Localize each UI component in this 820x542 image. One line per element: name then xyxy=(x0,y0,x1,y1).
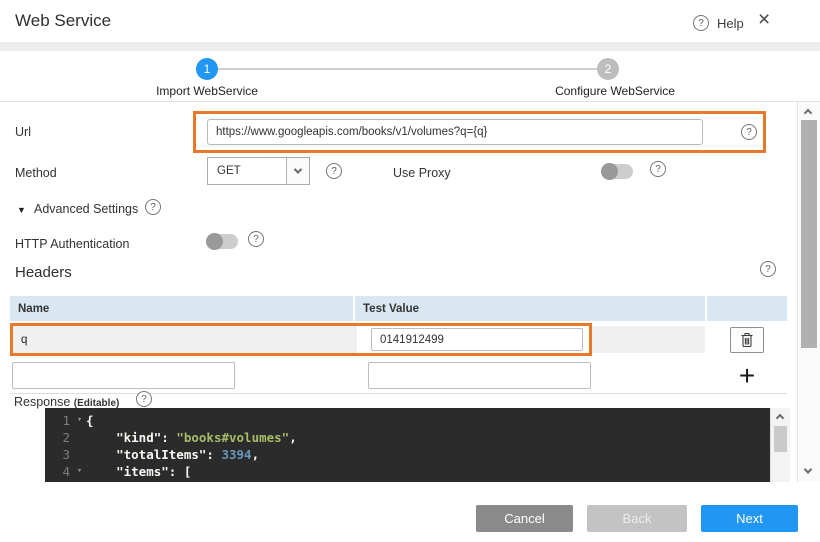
web-service-dialog: Web Service ? Help × 1 Import WebService… xyxy=(0,0,820,542)
back-button[interactable]: Back xyxy=(587,505,687,532)
code-token: "kind" xyxy=(86,430,161,445)
header-row-highlight-box: q xyxy=(10,323,592,356)
http-auth-label: HTTP Authentication xyxy=(15,237,129,251)
code-token: , xyxy=(289,430,297,445)
close-icon[interactable]: × xyxy=(758,8,770,32)
editor-scrollbar-thumb[interactable] xyxy=(774,426,787,452)
code-token: "books#volumes" xyxy=(176,430,289,445)
header-value-cell xyxy=(357,326,589,353)
fold-arrow-icon[interactable]: ▾ xyxy=(73,412,86,429)
scroll-down-icon[interactable] xyxy=(804,465,812,473)
use-proxy-label: Use Proxy xyxy=(393,166,451,180)
next-button[interactable]: Next xyxy=(701,505,798,532)
column-header-test-value: Test Value xyxy=(355,296,705,321)
title-bar: Web Service ? Help × xyxy=(0,0,820,42)
code-line: 2 "kind": "books#volumes", xyxy=(45,429,770,446)
editor-scrollbar[interactable] xyxy=(770,408,790,482)
advanced-settings-label[interactable]: Advanced Settings xyxy=(34,202,138,216)
help-link[interactable]: Help xyxy=(717,16,744,31)
step-2-label: Configure WebService xyxy=(530,84,700,98)
code-token: , xyxy=(252,447,260,462)
delete-row-button[interactable] xyxy=(730,327,764,353)
fold-arrow-icon[interactable]: ▾ xyxy=(73,463,86,480)
collapse-triangle-icon[interactable]: ▼ xyxy=(17,205,26,215)
table-row: q xyxy=(10,323,787,356)
dialog-scrollbar[interactable] xyxy=(797,102,820,482)
chevron-down-icon[interactable] xyxy=(286,158,309,184)
code-token: 3394 xyxy=(221,447,251,462)
method-selected-value: GET xyxy=(208,165,286,177)
trash-icon xyxy=(740,332,754,348)
title-divider-strip xyxy=(0,42,820,51)
headers-table: Name Test Value q xyxy=(10,296,787,395)
headers-table-head: Name Test Value xyxy=(10,296,787,321)
code-token: : xyxy=(206,447,221,462)
headers-help-icon[interactable]: ? xyxy=(760,261,776,277)
code-token: "items" xyxy=(86,464,169,479)
code-area[interactable]: 1 ▾ { 2 "kind": "books#volumes", 3 "tota… xyxy=(45,408,770,482)
line-number: 1 xyxy=(45,412,73,429)
header-test-value-input[interactable] xyxy=(371,328,583,351)
url-input[interactable] xyxy=(207,119,703,145)
dialog-title: Web Service xyxy=(15,11,111,31)
url-label: Url xyxy=(15,125,31,139)
use-proxy-help-icon[interactable]: ? xyxy=(650,161,666,177)
row-actions-cell xyxy=(707,326,787,353)
http-auth-help-icon[interactable]: ? xyxy=(248,231,264,247)
response-label-text: Response xyxy=(14,395,70,409)
http-auth-toggle[interactable] xyxy=(207,234,238,249)
dialog-content: Url ? Method GET ? Use Proxy ? ▼ Advance… xyxy=(0,102,797,482)
toggle-knob xyxy=(206,233,223,250)
url-highlight-box: ? xyxy=(193,111,766,153)
toggle-knob xyxy=(601,163,618,180)
code-token: { xyxy=(86,413,94,428)
scroll-up-icon[interactable] xyxy=(804,109,812,117)
fold-spacer xyxy=(73,446,86,463)
header-name-cell[interactable]: q xyxy=(13,326,357,353)
fold-spacer xyxy=(73,429,86,446)
method-help-icon[interactable]: ? xyxy=(326,163,342,179)
headers-section-title: Headers xyxy=(15,264,72,281)
method-label: Method xyxy=(15,166,57,180)
cancel-button[interactable]: Cancel xyxy=(476,505,573,532)
dialog-scrollbar-thumb[interactable] xyxy=(801,120,817,348)
url-help-icon[interactable]: ? xyxy=(741,124,757,140)
new-header-name-input[interactable] xyxy=(12,362,235,389)
method-select[interactable]: GET xyxy=(207,157,310,185)
code-token: : xyxy=(161,430,176,445)
response-label: Response (Editable) xyxy=(14,395,119,409)
step-1-circle[interactable]: 1 xyxy=(196,58,218,80)
step-2-circle[interactable]: 2 xyxy=(597,58,619,80)
code-token: "totalItems" xyxy=(86,447,206,462)
column-header-name: Name xyxy=(10,296,353,321)
stepper: 1 Import WebService 2 Configure WebServi… xyxy=(0,51,820,102)
help-icon[interactable]: ? xyxy=(693,15,709,31)
response-code-editor[interactable]: 1 ▾ { 2 "kind": "books#volumes", 3 "tota… xyxy=(45,408,790,482)
advanced-settings-help-icon[interactable]: ? xyxy=(145,199,161,215)
stepper-connector xyxy=(218,68,598,70)
code-line: 3 "totalItems": 3394, xyxy=(45,446,770,463)
column-header-actions xyxy=(707,296,787,321)
code-token: : [ xyxy=(169,464,192,479)
scroll-up-icon[interactable] xyxy=(776,414,784,422)
line-number: 4 xyxy=(45,463,73,480)
code-line: 1 ▾ { xyxy=(45,412,770,429)
new-header-test-value-input[interactable] xyxy=(368,362,591,389)
response-help-icon[interactable]: ? xyxy=(136,391,152,407)
line-number: 3 xyxy=(45,446,73,463)
line-number: 2 xyxy=(45,429,73,446)
add-row-button[interactable]: + xyxy=(707,358,787,394)
step-1-label: Import WebService xyxy=(122,84,292,98)
use-proxy-toggle[interactable] xyxy=(602,164,633,179)
table-row-new: + xyxy=(10,358,787,394)
code-line: 4 ▾ "items": [ xyxy=(45,463,770,480)
